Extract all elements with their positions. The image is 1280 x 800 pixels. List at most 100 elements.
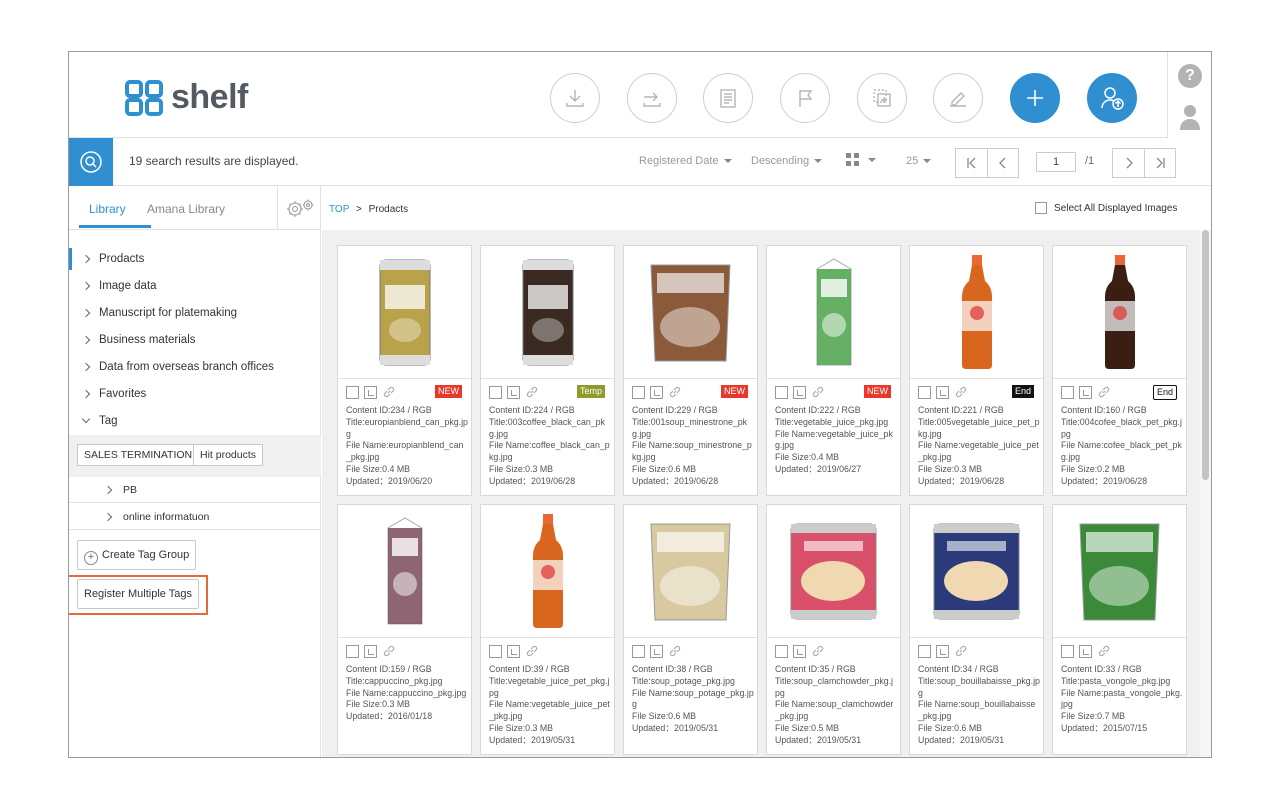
asset-thumbnail[interactable] — [1053, 505, 1186, 638]
view-mode-select[interactable] — [846, 153, 876, 166]
expand-icon[interactable] — [793, 385, 806, 399]
asset-thumbnail[interactable] — [1053, 246, 1186, 379]
select-checkbox[interactable] — [1061, 385, 1074, 399]
expand-icon[interactable] — [364, 644, 377, 658]
select-checkbox[interactable] — [489, 644, 502, 658]
tree-item-overseas-data[interactable]: Data from overseas branch offices — [69, 354, 321, 381]
tree-item-business-materials[interactable]: Business materials — [69, 327, 321, 354]
tag-group-online-information[interactable]: online informatuon — [69, 504, 321, 530]
scrollbar-thumb[interactable] — [1202, 230, 1209, 480]
next-page-button[interactable] — [1113, 149, 1144, 177]
tag-group-pb[interactable]: PB — [69, 477, 321, 503]
link-icon[interactable] — [954, 385, 968, 399]
asset-thumbnail[interactable] — [767, 246, 900, 379]
link-icon[interactable] — [525, 385, 539, 399]
document-button[interactable] — [703, 73, 753, 123]
move-button[interactable] — [857, 73, 907, 123]
sort-field-select[interactable]: Registered Date — [639, 155, 732, 167]
search-button[interactable] — [69, 138, 113, 186]
expand-icon[interactable] — [650, 644, 663, 658]
account-icon[interactable] — [1179, 104, 1201, 130]
asset-thumbnail[interactable] — [481, 505, 614, 638]
link-icon[interactable] — [1097, 644, 1111, 658]
expand-icon[interactable] — [507, 644, 520, 658]
breadcrumb-top-link[interactable]: TOP — [329, 204, 349, 215]
asset-card[interactable]: Content ID:159 / RGB Title:cappuccino_pkg… — [337, 504, 472, 755]
asset-card[interactable]: End Content ID:160 / RGB Title:004cofee_bl… — [1052, 245, 1187, 496]
help-icon[interactable]: ? — [1178, 64, 1202, 88]
select-checkbox[interactable] — [1061, 644, 1074, 658]
logo[interactable]: shelf — [125, 78, 248, 117]
add-button[interactable] — [1010, 73, 1060, 123]
asset-card[interactable]: NEW Content ID:234 / RGB Title:europianble… — [337, 245, 472, 496]
settings-button[interactable] — [277, 186, 321, 230]
asset-thumbnail[interactable] — [624, 246, 757, 379]
asset-thumbnail[interactable] — [338, 505, 471, 638]
asset-thumbnail[interactable] — [481, 246, 614, 379]
tag-sales-termination[interactable]: SALES TERMINATION — [77, 444, 200, 466]
select-checkbox[interactable] — [489, 385, 502, 399]
select-checkbox[interactable] — [346, 385, 359, 399]
asset-card[interactable]: Content ID:34 / RGB Title:soup_bouillabai… — [909, 504, 1044, 755]
select-all-control[interactable]: Select All Displayed Images — [1035, 202, 1177, 214]
sort-order-select[interactable]: Descending — [751, 155, 823, 167]
asset-thumbnail[interactable] — [767, 505, 900, 638]
create-tag-group-button[interactable]: + Create Tag Group — [77, 540, 197, 570]
link-icon[interactable] — [954, 644, 968, 658]
asset-card[interactable]: NEW Content ID:229 / RGB Title:001soup_min… — [623, 245, 758, 496]
link-icon[interactable] — [382, 385, 396, 399]
expand-icon[interactable] — [936, 385, 949, 399]
asset-thumbnail[interactable] — [910, 246, 1043, 379]
asset-card[interactable]: Content ID:35 / RGB Title:soup_clamchowde… — [766, 504, 901, 755]
asset-thumbnail[interactable] — [910, 505, 1043, 638]
asset-thumbnail[interactable] — [338, 246, 471, 379]
link-icon[interactable] — [811, 385, 825, 399]
expand-icon[interactable] — [650, 385, 663, 399]
asset-card[interactable]: Temp Content ID:224 / RGB Title:003coffee_… — [480, 245, 615, 496]
link-icon[interactable] — [1097, 385, 1111, 399]
link-icon[interactable] — [811, 644, 825, 658]
select-checkbox[interactable] — [775, 385, 788, 399]
asset-card[interactable]: NEW Content ID:222 / RGB Title:vegetable_j… — [766, 245, 901, 496]
flag-button[interactable] — [780, 73, 830, 123]
expand-icon[interactable] — [936, 644, 949, 658]
asset-card[interactable]: Content ID:38 / RGB Title:soup_potage_pkg… — [623, 504, 758, 755]
page-number-input[interactable]: 1 — [1036, 152, 1076, 172]
select-checkbox[interactable] — [775, 644, 788, 658]
asset-card[interactable]: Content ID:33 / RGB Title:pasta_vongole_p… — [1052, 504, 1187, 755]
select-all-checkbox[interactable] — [1035, 202, 1047, 214]
expand-icon[interactable] — [1079, 644, 1092, 658]
link-icon[interactable] — [382, 644, 396, 658]
first-page-button[interactable] — [956, 149, 987, 177]
expand-icon[interactable] — [793, 644, 806, 658]
download-button[interactable] — [550, 73, 600, 123]
link-icon[interactable] — [525, 644, 539, 658]
edit-button[interactable] — [933, 73, 983, 123]
asset-card[interactable]: Content ID:39 / RGB Title:vegetable_juice… — [480, 504, 615, 755]
expand-icon[interactable] — [507, 385, 520, 399]
link-icon[interactable] — [668, 385, 682, 399]
tree-item-favorites[interactable]: Favorites — [69, 381, 321, 408]
user-upload-button[interactable] — [1087, 73, 1137, 123]
asset-card[interactable]: End Content ID:221 / RGB Title:005vegetabl… — [909, 245, 1044, 496]
per-page-select[interactable]: 25 — [906, 155, 932, 167]
tag-hit-products[interactable]: Hit products — [193, 444, 264, 466]
prev-page-button[interactable] — [987, 149, 1018, 177]
last-page-button[interactable] — [1144, 149, 1175, 177]
tree-item-image-data[interactable]: Image data — [69, 273, 321, 300]
expand-icon[interactable] — [1079, 385, 1092, 399]
tab-library[interactable]: Library — [89, 202, 126, 216]
tree-item-tag[interactable]: Tag — [69, 408, 321, 435]
expand-icon[interactable] — [364, 385, 377, 399]
link-icon[interactable] — [668, 644, 682, 658]
tree-item-prodacts[interactable]: Prodacts — [69, 246, 321, 273]
select-checkbox[interactable] — [632, 644, 645, 658]
tab-amana-library[interactable]: Amana Library — [147, 202, 225, 216]
select-checkbox[interactable] — [632, 385, 645, 399]
export-button[interactable] — [627, 73, 677, 123]
select-checkbox[interactable] — [346, 644, 359, 658]
tree-item-manuscript[interactable]: Manuscript for platemaking — [69, 300, 321, 327]
vertical-scrollbar[interactable] — [1200, 230, 1211, 757]
select-checkbox[interactable] — [918, 385, 931, 399]
asset-thumbnail[interactable] — [624, 505, 757, 638]
